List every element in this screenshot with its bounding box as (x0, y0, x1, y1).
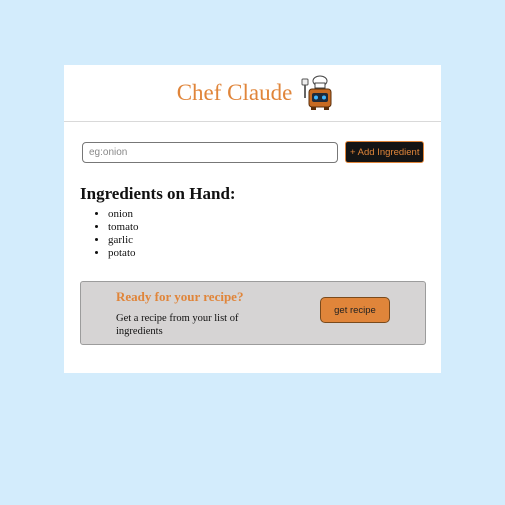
get-recipe-button[interactable]: get recipe (320, 297, 390, 323)
app-title: Chef Claude (176, 80, 293, 105)
ingredient-list: onion tomato garlic potato (80, 208, 139, 260)
ingredient-item: potato (108, 247, 139, 260)
app-card: Chef Claude + Add Ingredient Ingredients… (64, 65, 441, 373)
ingredient-item: tomato (108, 221, 139, 234)
add-ingredient-form: + Add Ingredient (82, 141, 425, 163)
app-header: Chef Claude (64, 65, 441, 122)
get-recipe-panel: Ready for your recipe? Get a recipe from… (80, 281, 426, 345)
recipe-panel-heading: Ready for your recipe? (116, 289, 244, 304)
ingredients-heading: Ingredients on Hand: (80, 184, 236, 203)
ingredient-item: onion (108, 208, 139, 221)
ingredient-item: garlic (108, 234, 139, 247)
chef-robot-icon (301, 75, 332, 110)
ingredient-input[interactable] (82, 141, 338, 163)
add-ingredient-button[interactable]: + Add Ingredient (345, 141, 425, 163)
recipe-panel-description: Get a recipe from your list of ingredien… (116, 313, 239, 337)
